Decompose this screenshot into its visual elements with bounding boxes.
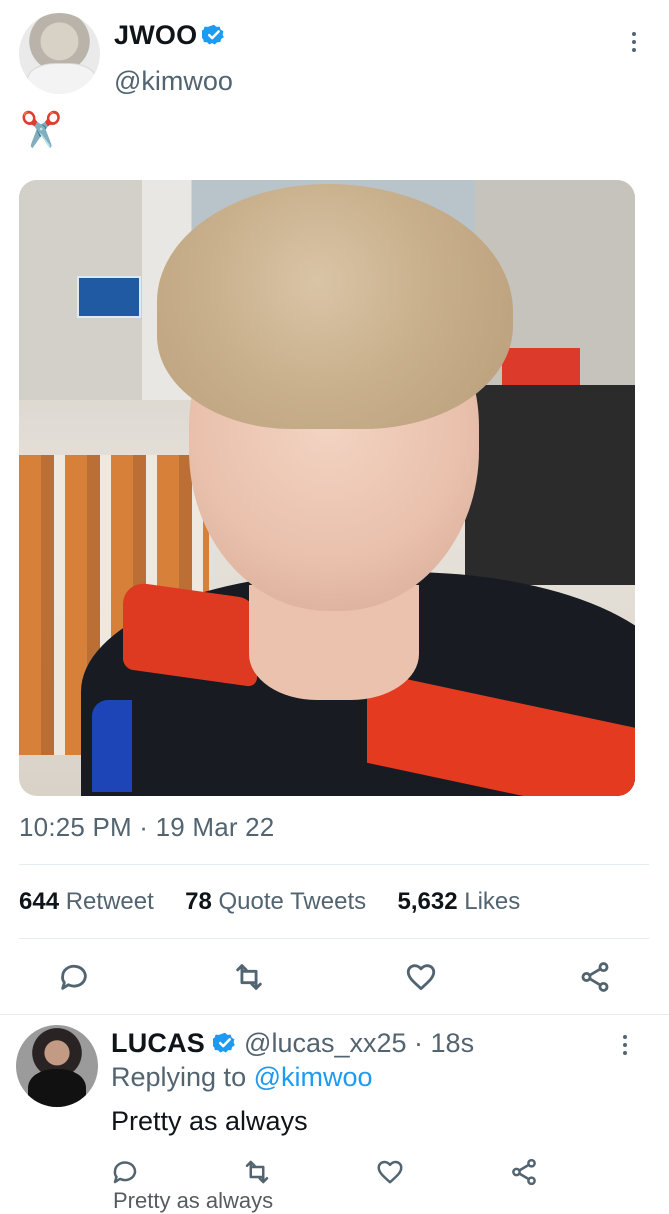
like-icon[interactable] xyxy=(375,1157,405,1187)
verified-badge-icon xyxy=(200,23,226,47)
retweet-icon[interactable] xyxy=(232,960,266,994)
divider xyxy=(0,1014,669,1015)
quotes-stat[interactable]: 78 Quote Tweets xyxy=(185,888,366,915)
share-icon[interactable] xyxy=(509,1157,539,1187)
reply-author-handle[interactable]: @lucas_xx25 xyxy=(244,1028,407,1058)
tweet-author[interactable]: JWOO xyxy=(114,20,226,51)
reply-author-name[interactable]: LUCAS xyxy=(111,1028,205,1058)
author-handle[interactable]: @kimwoo xyxy=(114,66,233,97)
reply-time[interactable]: · 18s xyxy=(414,1028,474,1058)
tweet-timestamp[interactable]: 10:25 PM · 19 Mar 22 xyxy=(19,812,274,843)
tweet-photo[interactable] xyxy=(19,180,635,796)
reply-header: LUCAS @lucas_xx25 · 18s xyxy=(111,1028,474,1059)
more-options-icon[interactable] xyxy=(621,1035,629,1055)
likes-stat[interactable]: 5,632 Likes xyxy=(397,888,520,915)
like-icon[interactable] xyxy=(404,960,438,994)
author-name[interactable]: JWOO xyxy=(114,20,197,50)
reply-icon[interactable] xyxy=(57,960,91,994)
retweets-stat[interactable]: 644 Retweet xyxy=(19,888,154,915)
reply-icon[interactable] xyxy=(110,1157,140,1187)
verified-badge-icon xyxy=(210,1031,237,1055)
author-avatar[interactable] xyxy=(19,13,100,94)
divider xyxy=(19,938,649,939)
share-icon[interactable] xyxy=(578,960,612,994)
replying-to: Replying to @kimwoo xyxy=(111,1062,373,1093)
replying-to-handle[interactable]: @kimwoo xyxy=(254,1062,373,1092)
reply-text: Pretty as always xyxy=(111,1106,308,1136)
more-options-icon[interactable] xyxy=(630,32,638,52)
tweet-text: ✂️ xyxy=(20,111,63,149)
retweet-icon[interactable] xyxy=(242,1157,272,1187)
reply-author-avatar[interactable] xyxy=(16,1025,98,1107)
partial-next-reply-text: Pretty as always xyxy=(113,1188,274,1213)
divider xyxy=(19,864,649,865)
tweet-stats: 644 Retweet 78 Quote Tweets 5,632 Likes xyxy=(19,888,520,916)
replying-to-label: Replying to xyxy=(111,1062,247,1092)
